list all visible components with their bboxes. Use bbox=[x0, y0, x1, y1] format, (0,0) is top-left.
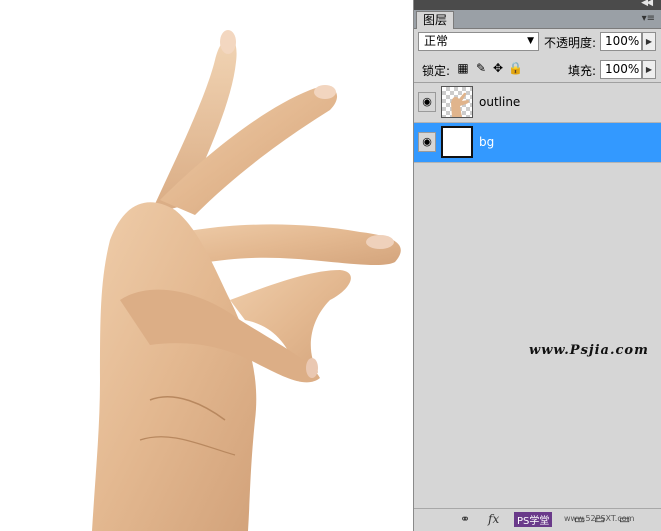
collapse-icon[interactable]: ◀◀ bbox=[641, 0, 653, 8]
layers-bottom-toolbar: ⚭ fx PS学堂 www.52PSXT.com ▭ ▭ ▭ bbox=[414, 508, 661, 531]
lock-move-icon[interactable]: ✥ bbox=[491, 61, 505, 75]
opacity-field[interactable]: 100% bbox=[600, 32, 642, 51]
blend-mode-value: 正常 bbox=[424, 34, 449, 48]
layer-thumbnail bbox=[441, 126, 473, 158]
link-icon[interactable]: ⚭ bbox=[460, 511, 470, 527]
opacity-slider-button[interactable]: ▶ bbox=[642, 32, 656, 51]
layer-thumbnail bbox=[441, 86, 473, 118]
layers-panel: ◀◀ 图层 ▾≡ 正常 ▼ 不透明度: 100% ▶ 锁定: ▦ ✎ ✥ 🔒 填… bbox=[413, 0, 661, 531]
panel-title-bar: ◀◀ bbox=[414, 0, 661, 10]
watermark-text: www.Psjia.com bbox=[529, 343, 649, 358]
layer-row-bg[interactable]: ◉ bg bbox=[414, 123, 661, 163]
document-canvas[interactable] bbox=[0, 0, 413, 531]
panel-tab-row: 图层 ▾≡ bbox=[414, 10, 661, 29]
fill-label: 填充: bbox=[568, 64, 597, 78]
blend-mode-select[interactable]: 正常 ▼ bbox=[418, 32, 539, 51]
blend-row: 正常 ▼ 不透明度: 100% ▶ bbox=[414, 30, 661, 54]
hand-thumbnail-icon bbox=[451, 92, 470, 117]
layers-list: ◉ outline ◉ bg www.Psjia.com bbox=[414, 82, 661, 503]
lock-row: 锁定: ▦ ✎ ✥ 🔒 填充: 100% ▶ bbox=[414, 58, 661, 80]
layer-name[interactable]: outline bbox=[479, 95, 520, 109]
tab-layers[interactable]: 图层 bbox=[416, 11, 455, 29]
layer-row-outline[interactable]: ◉ outline bbox=[414, 83, 661, 123]
opacity-label: 不透明度: bbox=[544, 36, 597, 50]
lock-all-icon[interactable]: 🔒 bbox=[508, 61, 523, 75]
layer-name[interactable]: bg bbox=[479, 135, 494, 149]
new-layer-icon[interactable]: ▭ bbox=[594, 511, 605, 527]
lock-transparency-icon[interactable]: ▦ bbox=[456, 61, 470, 75]
trash-icon[interactable]: ▭ bbox=[619, 511, 630, 527]
fill-field[interactable]: 100% bbox=[600, 60, 642, 79]
panel-menu-icon[interactable]: ▾≡ bbox=[642, 10, 655, 28]
fx-icon[interactable]: fx bbox=[488, 511, 499, 527]
hand-image bbox=[92, 30, 401, 531]
fill-slider-button[interactable]: ▶ bbox=[642, 60, 656, 79]
brand-logo: PS学堂 bbox=[514, 512, 553, 527]
eye-icon[interactable]: ◉ bbox=[418, 132, 436, 152]
lock-brush-icon[interactable]: ✎ bbox=[474, 61, 488, 75]
lock-label: 锁定: bbox=[422, 64, 451, 78]
group-icon[interactable]: ▭ bbox=[574, 511, 585, 527]
eye-icon[interactable]: ◉ bbox=[418, 92, 436, 112]
chevron-down-icon: ▼ bbox=[527, 36, 534, 46]
